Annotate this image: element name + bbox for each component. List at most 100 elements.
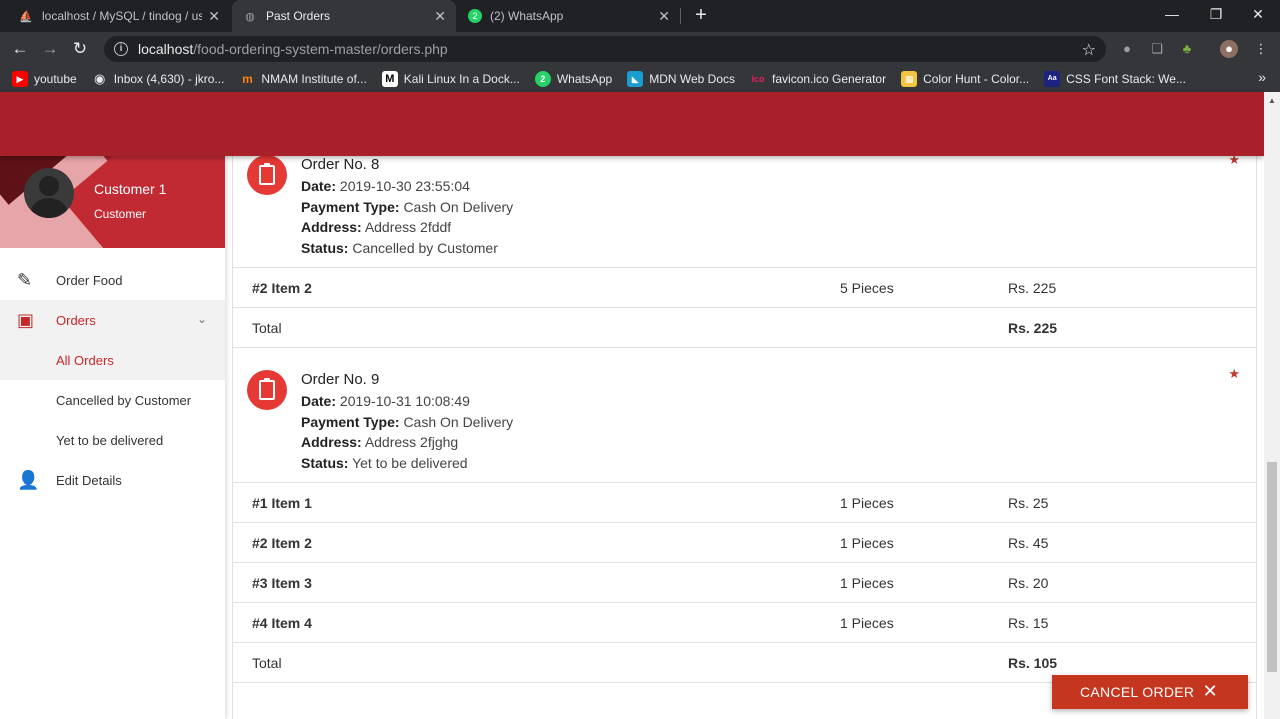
close-icon: ✕ — [1202, 681, 1218, 701]
medium-icon: M — [381, 71, 398, 87]
clipboard-icon — [247, 370, 287, 410]
bookmark-label: youtube — [34, 72, 77, 86]
sidebar-item-label: Cancelled by Customer — [56, 392, 192, 408]
browser-toolbar: ← → ↻ i localhost/food-ordering-system-m… — [0, 32, 1280, 66]
close-tab-icon[interactable]: ✕ — [208, 8, 220, 25]
browser-tab-bar: ⛵ localhost / MySQL / tindog / use ✕ ◍ P… — [0, 0, 1280, 32]
order-title: Order No. 8 — [301, 156, 380, 173]
menu-kebab-icon[interactable]: ⋮ — [1252, 40, 1270, 58]
person-icon: 👤 — [17, 469, 40, 490]
phpmyadmin-icon: ⛵ — [19, 10, 33, 23]
bookmark-label: favicon.ico Generator — [772, 72, 887, 86]
bookmark-label: Inbox (4,630) - jkro... — [113, 72, 225, 86]
url-path: /food-ordering-system-master/orders.php — [193, 41, 448, 57]
whatsapp-icon: 2 — [468, 9, 482, 23]
order-payment: Payment Type: Cash On Delivery — [301, 199, 514, 215]
order-card-header: Order No. 9 Date: 2019-10-31 10:08:49 Pa… — [233, 348, 1256, 483]
extension-tree-icon[interactable]: ♣ — [1178, 40, 1196, 58]
tab-past-orders[interactable]: ◍ Past Orders ✕ — [232, 0, 456, 32]
bookmark-inbox[interactable]: ◉ Inbox (4,630) - jkro... — [92, 71, 225, 87]
cancel-order-button[interactable]: CANCEL ORDER ✕ — [1052, 675, 1248, 709]
close-tab-icon[interactable]: ✕ — [658, 8, 670, 25]
sidebar-item-label: Order Food — [56, 272, 123, 288]
info-icon[interactable]: i — [114, 42, 128, 56]
bookmark-kali[interactable]: M Kali Linux In a Dock... — [381, 71, 520, 87]
favicon-icon: ico — [751, 74, 765, 84]
globe-icon: ◉ — [94, 71, 106, 86]
bookmark-whatsapp[interactable]: 2 WhatsApp — [534, 71, 613, 87]
clipboard-icon — [247, 156, 287, 195]
order-status: Status: Yet to be delivered — [301, 455, 468, 471]
sidebar-item-all-orders[interactable]: All Orders — [0, 340, 225, 380]
order-total-row: Total Rs. 225 — [233, 308, 1256, 348]
sidebar-menu: ✎ Order Food ▣ Orders ⌄ All Orders Cance… — [0, 260, 225, 500]
bookmark-star-icon[interactable]: ☆ — [1082, 40, 1096, 60]
reload-button[interactable]: ↻ — [69, 38, 91, 60]
order-title: Order No. 9 — [301, 371, 380, 388]
extension-icon[interactable]: ● — [1118, 40, 1136, 58]
bookmark-label: WhatsApp — [556, 72, 613, 86]
colorhunt-icon: ▦ — [901, 71, 918, 87]
star-icon[interactable]: ★ — [1228, 366, 1240, 382]
tab-title: Past Orders — [266, 9, 331, 23]
cssfont-icon: Aa — [1044, 71, 1061, 87]
page-scrollbar[interactable]: ▲ — [1264, 92, 1280, 719]
address-bar[interactable]: i localhost/food-ordering-system-master/… — [104, 36, 1106, 62]
scroll-up-icon[interactable]: ▲ — [1268, 96, 1276, 105]
orders-submenu: All Orders Cancelled by Customer Yet to … — [0, 340, 225, 460]
close-tab-icon[interactable]: ✕ — [434, 8, 446, 25]
sidebar: Customer 1 Customer ✎ Order Food ▣ Order… — [0, 156, 225, 719]
more-bookmarks-icon[interactable]: » — [1258, 69, 1266, 85]
tab-title: (2) WhatsApp — [490, 9, 564, 23]
app-header — [0, 92, 1264, 156]
bookmark-favicon[interactable]: ico favicon.ico Generator — [750, 71, 887, 87]
order-card-header: Order No. 8 Date: 2019-10-30 23:55:04 Pa… — [233, 156, 1256, 268]
orders-list[interactable]: Order No. 8 Date: 2019-10-30 23:55:04 Pa… — [232, 156, 1257, 719]
bookmarks-bar: ▶ youtube ◉ Inbox (4,630) - jkro... m NMAM … — [0, 66, 1280, 92]
profile-avatar[interactable]: ● — [1220, 40, 1238, 58]
sidebar-item-label: Orders — [56, 312, 96, 328]
sidebar-item-label: Yet to be delivered — [56, 432, 164, 448]
extension-copy-icon[interactable]: ❏ — [1148, 40, 1166, 58]
order-date: Date: 2019-10-30 23:55:04 — [301, 178, 470, 194]
tab-phpmyadmin[interactable]: ⛵ localhost / MySQL / tindog / use ✕ — [8, 0, 230, 32]
order-date: Date: 2019-10-31 10:08:49 — [301, 393, 470, 409]
bookmark-colorhunt[interactable]: ▦ Color Hunt - Color... — [901, 71, 1029, 87]
bookmark-nmam[interactable]: m NMAM Institute of... — [239, 71, 367, 87]
user-info-panel: Customer 1 Customer — [0, 156, 225, 248]
url-host: localhost — [138, 41, 194, 57]
sidebar-item-label: All Orders — [56, 352, 114, 368]
youtube-icon: ▶ — [12, 71, 28, 87]
user-role: Customer — [94, 207, 147, 221]
new-tab-button[interactable]: + — [690, 4, 712, 26]
globe-icon: ◍ — [245, 10, 255, 23]
sidebar-item-edit-details[interactable]: 👤 Edit Details — [0, 460, 225, 500]
restore-button[interactable]: ❐ — [1194, 0, 1238, 28]
moodle-icon: m — [242, 72, 253, 86]
sidebar-item-orders[interactable]: ▣ Orders ⌄ — [0, 300, 225, 340]
close-window-button[interactable]: ✕ — [1236, 0, 1280, 28]
star-icon[interactable]: ★ — [1228, 156, 1240, 168]
bookmark-youtube[interactable]: ▶ youtube — [12, 71, 77, 87]
bookmark-label: Kali Linux In a Dock... — [403, 72, 520, 86]
order-item-row: #1 Item 1 1 Pieces Rs. 25 — [233, 483, 1256, 523]
sidebar-item-cancelled[interactable]: Cancelled by Customer — [0, 380, 225, 420]
bookmark-label: MDN Web Docs — [649, 72, 736, 86]
minimize-button[interactable]: — — [1150, 0, 1194, 28]
scrollbar-thumb[interactable] — [1267, 462, 1277, 672]
bookmark-mdn[interactable]: ◣ MDN Web Docs — [627, 71, 735, 87]
order-item-row: #2 Item 2 5 Pieces Rs. 225 — [233, 268, 1256, 308]
forward-button[interactable]: → — [39, 38, 61, 60]
cancel-order-label: CANCEL ORDER — [1080, 684, 1195, 700]
bookmark-label: CSS Font Stack: We... — [1066, 72, 1186, 86]
sidebar-item-order-food[interactable]: ✎ Order Food — [0, 260, 225, 300]
tab-whatsapp[interactable]: 2 (2) WhatsApp ✕ — [458, 0, 680, 32]
avatar — [24, 168, 74, 218]
sidebar-item-yet-to-be-delivered[interactable]: Yet to be delivered — [0, 420, 225, 460]
back-button[interactable]: ← — [9, 38, 31, 60]
order-item-row: #3 Item 3 1 Pieces Rs. 20 — [233, 563, 1256, 603]
order-item-row: #4 Item 4 1 Pieces Rs. 15 — [233, 603, 1256, 643]
order-address: Address: Address 2fddf — [301, 219, 452, 235]
bookmark-cssfont[interactable]: Aa CSS Font Stack: We... — [1044, 71, 1186, 87]
calendar-icon: ▣ — [17, 309, 35, 330]
